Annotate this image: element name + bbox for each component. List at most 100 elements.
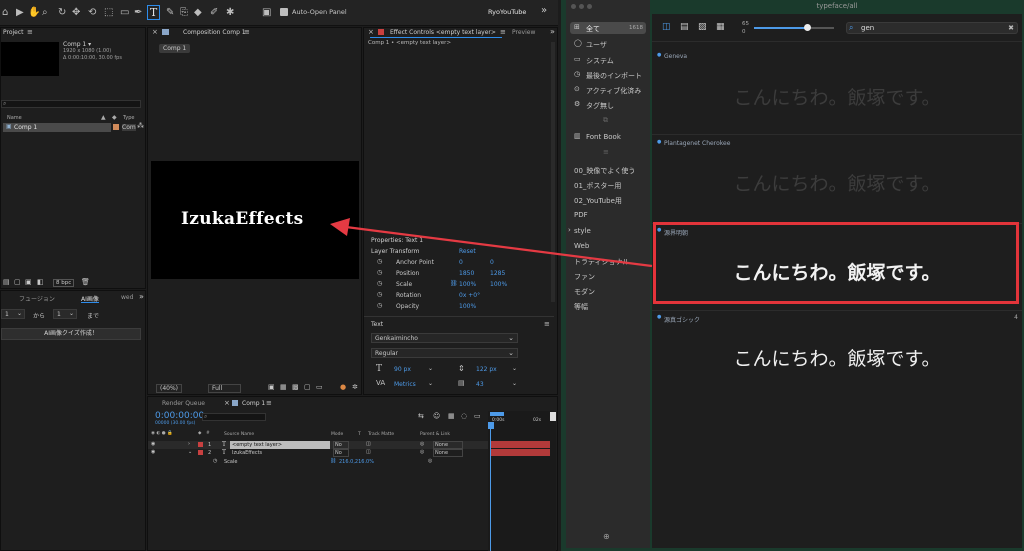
stopwatch-icon[interactable]: ◷ [377, 258, 382, 265]
clone-stamp-icon[interactable]: ⎘ [180, 6, 188, 20]
grid-icon[interactable]: ▢ [304, 383, 311, 391]
timecode[interactable]: 0:00:00:00 [155, 411, 204, 421]
adjust-icon[interactable]: ◧ [37, 278, 44, 286]
layer-bar-1[interactable] [490, 441, 550, 448]
twirl-arrow-icon[interactable]: ⌄ [188, 449, 192, 455]
leading-value[interactable]: 122 px [476, 366, 497, 373]
close-window-button[interactable] [571, 4, 576, 9]
pan-behind-icon[interactable]: ⬚ [104, 6, 113, 20]
snapping-icon[interactable]: ▣ [262, 6, 271, 20]
hand-tool-icon[interactable]: ✋ [28, 6, 40, 20]
project-search-input[interactable]: ⌕ [1, 100, 141, 108]
new-folder-icon[interactable]: ▢ [14, 278, 21, 286]
col-track-matte[interactable]: Track Matte [368, 432, 394, 437]
font-style-select[interactable]: Regular ⌄ [371, 348, 518, 358]
minimize-window-button[interactable] [579, 4, 584, 9]
tabs-more-icon[interactable]: » [139, 292, 144, 301]
layer-mode[interactable]: No [333, 449, 349, 457]
col-mode[interactable]: Mode [331, 432, 343, 437]
sidebar-item-untagged[interactable]: ⚙ タグ無し [570, 99, 646, 111]
collection-item[interactable]: 01_ポスター用 [574, 181, 621, 191]
trash-icon[interactable]: 🗑 [81, 278, 90, 286]
matte-icon[interactable]: ◫ [366, 441, 371, 447]
zoom-select[interactable]: (40%) [156, 384, 183, 393]
panel-menu-icon[interactable]: ≡ [500, 28, 506, 36]
selection-tool-icon[interactable]: ▶ [16, 6, 24, 20]
prop-value-1[interactable]: 0x +0° [459, 292, 480, 299]
sidebar-toggle-icon[interactable]: ◫ [662, 22, 671, 32]
col-parent[interactable]: Parent & Link [420, 432, 450, 437]
collection-item[interactable]: トラディショナル [574, 257, 630, 267]
prop-value-1[interactable]: 1850 [459, 270, 474, 277]
eraser-tool-icon[interactable]: ◆ [194, 6, 202, 20]
stopwatch-icon[interactable]: ◷ [377, 302, 382, 309]
reset-link[interactable]: Reset [459, 248, 476, 255]
new-comp-icon[interactable]: ▣ [25, 278, 32, 286]
link-icon[interactable]: ⛓ [450, 280, 458, 287]
comp-end-marker[interactable] [550, 412, 556, 421]
matte-icon[interactable]: ◫ [366, 449, 371, 455]
rectangle-tool-icon[interactable]: ▭ [120, 6, 129, 20]
collection-item[interactable]: モダン [574, 287, 595, 297]
bpc-button[interactable]: 8 bpc [53, 279, 75, 287]
home-icon[interactable]: ⌂ [2, 6, 8, 20]
snapshot-icon[interactable]: ▭ [316, 383, 323, 391]
twirl-arrow-icon[interactable]: › [188, 441, 190, 447]
comp-flow-icon[interactable]: ⇆ [418, 412, 424, 420]
font-entry-geneva[interactable]: ● Geneva こんにちわ。飯塚です。 [652, 50, 1022, 135]
color-icon[interactable]: ● [340, 383, 346, 391]
clear-search-icon[interactable]: ✖ [1008, 24, 1014, 32]
panel-menu-icon[interactable]: ≡ [244, 28, 250, 36]
brush-tool-icon[interactable]: ✎ [166, 6, 174, 20]
layer-mode[interactable]: No [333, 441, 349, 449]
playhead[interactable] [490, 429, 491, 551]
transparency-icon[interactable]: ▦ [280, 383, 287, 391]
workspace-tab[interactable]: RyoYouTube [488, 8, 526, 16]
font-entry-genshin-gothic[interactable]: ● 源真ゴシック 4 こんにちわ。飯塚です。 [652, 310, 1022, 395]
chevron-down-icon[interactable]: ⌄ [428, 365, 433, 372]
playhead-handle[interactable] [488, 422, 494, 429]
move-tool-icon[interactable]: ✥ [72, 6, 80, 20]
graph-editor-icon[interactable]: ▭ [474, 412, 481, 420]
layer-name[interactable]: <empty text layer> [230, 441, 330, 449]
kerning-value[interactable]: Metrics [394, 381, 416, 388]
project-tab[interactable]: Project [3, 29, 24, 36]
chevron-down-icon[interactable]: ⌄ [512, 365, 517, 372]
font-family-select[interactable]: Genkaimincho ⌄ [371, 333, 518, 343]
layer-row[interactable]: ◉ › 1 T <empty text layer> No ◫ ◎ None [148, 441, 488, 449]
col-source-name[interactable]: Source Name [224, 432, 254, 437]
panel-menu-icon[interactable]: ≡ [266, 399, 272, 407]
col-name-header[interactable]: Name [7, 115, 22, 121]
timeline-comp-tab[interactable]: Comp 1 [242, 400, 265, 407]
eye-icon[interactable]: ◉ [151, 449, 155, 455]
chevron-right-icon[interactable]: › [568, 226, 571, 234]
close-tab-icon[interactable]: × [152, 28, 158, 36]
close-tab-icon[interactable]: × [368, 28, 374, 36]
motion-blur-icon[interactable]: ◌ [461, 412, 467, 420]
preview-view-icon[interactable]: ▨ [698, 22, 707, 32]
prop-value-2[interactable]: 1285 [490, 270, 505, 277]
collection-item[interactable]: PDF [574, 211, 588, 219]
auto-open-checkbox[interactable] [280, 8, 288, 16]
stopwatch-icon[interactable]: ◷ [377, 291, 382, 298]
flowchart-icon[interactable]: ⁂ [137, 122, 144, 130]
work-area-bar[interactable] [490, 412, 504, 416]
sidebar-item-system[interactable]: ▭ システム [570, 54, 646, 66]
tracking-value[interactable]: 43 [476, 381, 484, 388]
font-search-input[interactable]: ⌕ gen ✖ [846, 22, 1018, 34]
sidebar-item-activated[interactable]: ⊙ アクティブ化済み [570, 84, 646, 96]
to-select[interactable]: 1 ⌄ [53, 309, 77, 319]
stopwatch-icon[interactable]: ◷ [377, 280, 382, 287]
size-slider-knob[interactable] [804, 24, 811, 31]
rotate-tool-icon[interactable]: ⟲ [88, 6, 96, 20]
puppet-tool-icon[interactable]: ✱ [226, 6, 234, 20]
collection-item[interactable]: 02_YouTube用 [574, 196, 622, 206]
eye-icon[interactable]: ◉ [151, 441, 155, 447]
pen-tool-icon[interactable]: ✒ [134, 6, 142, 20]
tab-fusion[interactable]: フュージョン [19, 294, 55, 303]
collection-item[interactable]: style [574, 227, 591, 235]
time-graph-area[interactable]: 0:00s 02s [488, 411, 556, 551]
sort-icon[interactable]: ▲ [101, 114, 106, 121]
interpret-icon[interactable]: ▤ [3, 278, 10, 286]
sidebar-item-all[interactable]: ⊞ 全て 1618 [570, 22, 646, 34]
